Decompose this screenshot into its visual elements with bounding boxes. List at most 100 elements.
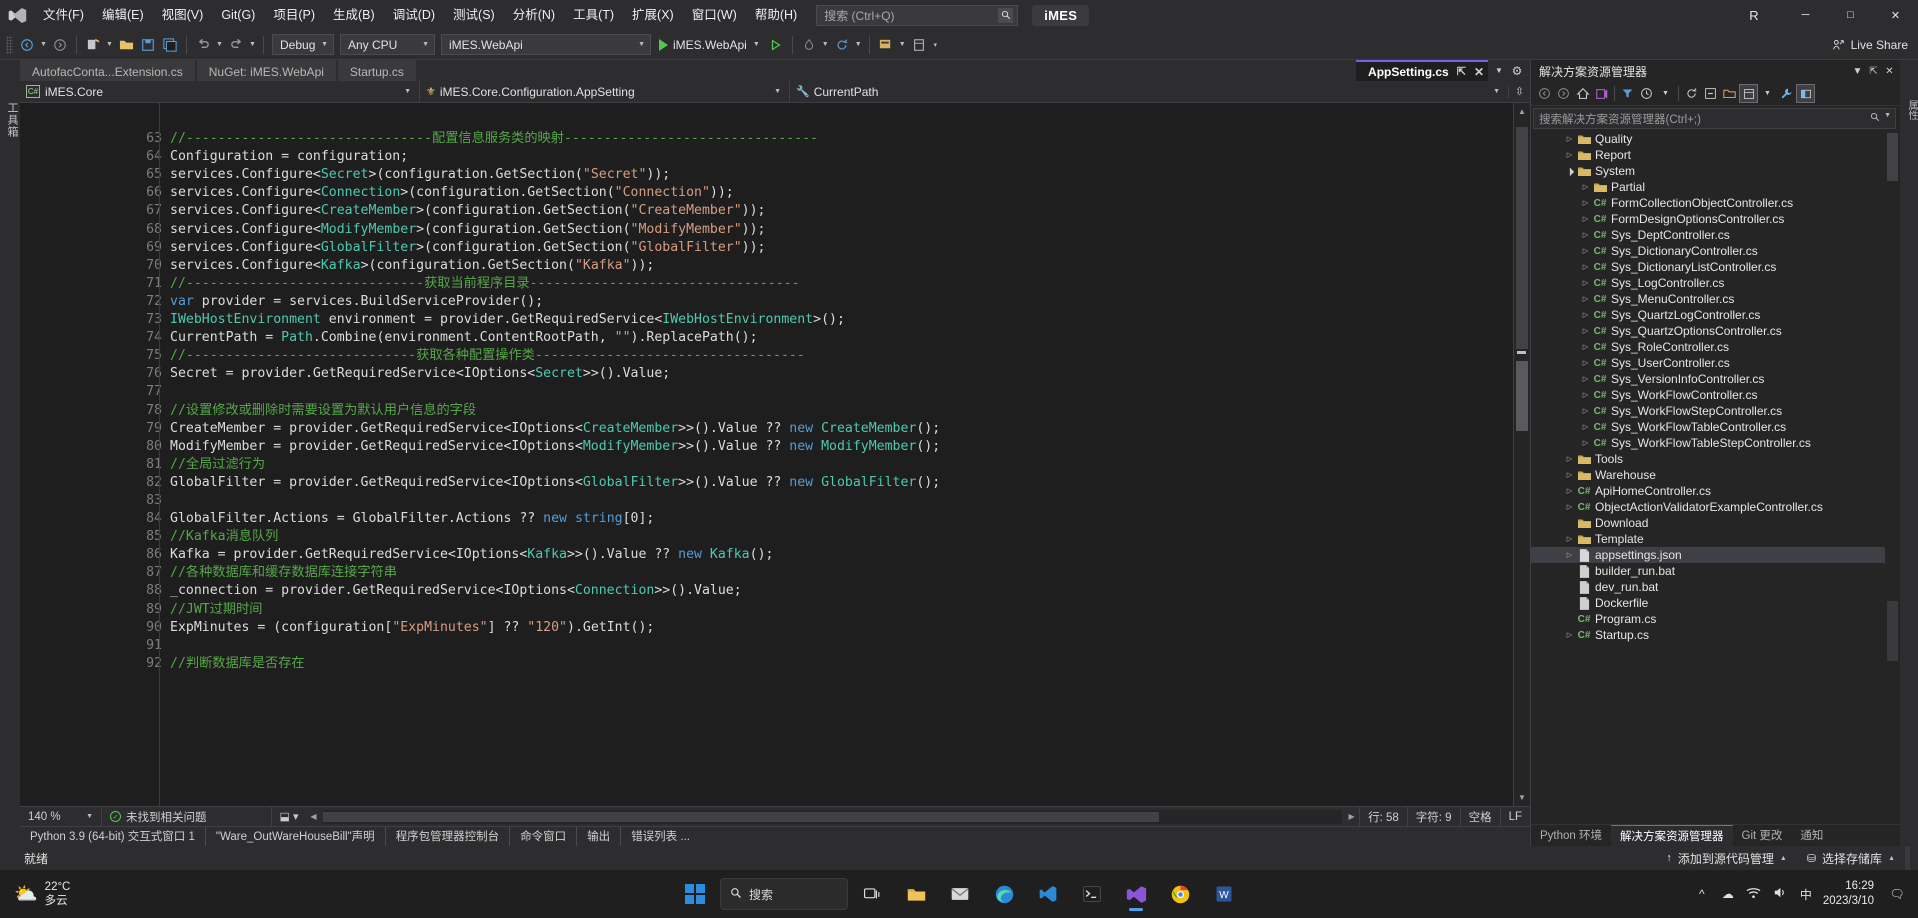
tree-item[interactable]: Dockerfile: [1531, 595, 1900, 611]
chevron-collapsed-icon[interactable]: ▷: [1563, 551, 1576, 559]
restart-icon[interactable]: [831, 34, 853, 56]
chevron-collapsed-icon[interactable]: ▷: [1579, 199, 1592, 207]
edge-browser-icon[interactable]: [984, 874, 1024, 914]
menu-analyze[interactable]: 分析(N): [504, 0, 564, 30]
hot-reload-dropdown[interactable]: ▼: [820, 34, 831, 56]
chevron-collapsed-icon[interactable]: ▷: [1579, 279, 1592, 287]
save-all-icon[interactable]: [159, 34, 181, 56]
chevron-collapsed-icon[interactable]: ▷: [1579, 391, 1592, 399]
refresh-icon[interactable]: [1682, 84, 1701, 103]
save-icon[interactable]: [137, 34, 159, 56]
taskbar-clock[interactable]: 16:29 2023/3/10: [1819, 879, 1884, 909]
split-view-icon[interactable]: ⬓ ▾: [272, 810, 306, 823]
tree-item[interactable]: ▷ C# FormCollectionObjectController.cs: [1531, 195, 1900, 211]
collapse-all-icon[interactable]: [1701, 84, 1720, 103]
navbar-project-combo[interactable]: C# iMES.Core ▼: [20, 80, 420, 103]
scroll-down-icon[interactable]: ▼: [1514, 789, 1530, 806]
panel-tab-git-changes[interactable]: Git 更改: [1733, 825, 1792, 847]
tree-item[interactable]: ▷ C# Sys_WorkFlowController.cs: [1531, 387, 1900, 403]
terminal-icon[interactable]: [1072, 874, 1112, 914]
pin-icon[interactable]: ⇱: [1867, 66, 1880, 77]
scroll-up-icon[interactable]: ▲: [1514, 103, 1530, 120]
visual-studio-taskbar-icon[interactable]: [1116, 874, 1156, 914]
tree-item[interactable]: ▷ C# ObjectActionValidatorExampleControlle…: [1531, 499, 1900, 515]
navigate-backward-dropdown[interactable]: ▼: [38, 34, 49, 56]
tree-item[interactable]: ▷ Tools: [1531, 451, 1900, 467]
undo-icon[interactable]: [192, 34, 214, 56]
back-icon[interactable]: [1535, 84, 1554, 103]
new-project-icon[interactable]: [82, 34, 104, 56]
dock-tab-command-window[interactable]: 命令窗口: [510, 826, 578, 847]
gear-icon[interactable]: ⚙: [1508, 64, 1526, 78]
taskbar-search-box[interactable]: 搜索: [720, 878, 848, 910]
close-button[interactable]: ✕: [1873, 0, 1918, 30]
add-to-source-control-button[interactable]: ↑ 添加到源代码管理 ▲: [1656, 846, 1796, 870]
navigate-backward-icon[interactable]: [16, 34, 38, 56]
pending-changes-icon[interactable]: [1637, 84, 1656, 103]
menu-edit[interactable]: 编辑(E): [93, 0, 153, 30]
chevron-down-icon[interactable]: ▼: [753, 41, 760, 48]
tree-item[interactable]: Download: [1531, 515, 1900, 531]
restart-dropdown[interactable]: ▼: [853, 34, 864, 56]
tree-item[interactable]: dev_run.bat: [1531, 579, 1900, 595]
navigate-forward-icon[interactable]: [49, 34, 71, 56]
start-button[interactable]: [674, 874, 716, 914]
live-share-button[interactable]: Live Share: [1832, 38, 1908, 52]
tab-startup-cs[interactable]: Startup.cs: [337, 60, 416, 81]
chevron-collapsed-icon[interactable]: ▷: [1563, 471, 1576, 479]
tree-vertical-scrollbar[interactable]: [1885, 131, 1900, 824]
properties-window-icon[interactable]: [908, 34, 930, 56]
redo-icon[interactable]: [225, 34, 247, 56]
tree-item[interactable]: ▷ C# FormDesignOptionsController.cs: [1531, 211, 1900, 227]
hscrollbar-thumb[interactable]: [323, 811, 1159, 822]
select-repository-button[interactable]: ⛁ 选择存储库 ▲: [1797, 846, 1905, 870]
chevron-collapsed-icon[interactable]: ▷: [1579, 407, 1592, 415]
menu-project[interactable]: 项目(P): [264, 0, 324, 30]
navbar-type-combo[interactable]: ⚜ iMES.Core.Configuration.AppSetting ▼: [420, 80, 790, 103]
chevron-collapsed-icon[interactable]: ▷: [1579, 231, 1592, 239]
quick-search-input[interactable]: 搜索 (Ctrl+Q): [816, 4, 1019, 26]
chevron-collapsed-icon[interactable]: ▷: [1563, 631, 1576, 639]
hscroll-right-icon[interactable]: ▶: [1344, 812, 1359, 821]
tree-item[interactable]: ▷ C# Sys_QuartzLogController.cs: [1531, 307, 1900, 323]
tree-item[interactable]: ▷ C# Sys_UserController.cs: [1531, 355, 1900, 371]
tree-item[interactable]: ▷ C# Sys_DictionaryController.cs: [1531, 243, 1900, 259]
chevron-collapsed-icon[interactable]: ▷: [1579, 375, 1592, 383]
issue-status[interactable]: ✓ 未找到相关问题: [102, 806, 272, 827]
new-project-dropdown[interactable]: ▼: [104, 34, 115, 56]
account-avatar[interactable]: R: [1743, 4, 1765, 26]
vscode-icon[interactable]: [1028, 874, 1068, 914]
tree-item[interactable]: ▷ C# Startup.cs: [1531, 627, 1900, 643]
onedrive-icon[interactable]: ☁: [1715, 887, 1741, 901]
menu-help[interactable]: 帮助(H): [746, 0, 806, 30]
file-explorer-icon[interactable]: [896, 874, 936, 914]
line-ending-indicator[interactable]: LF: [1499, 806, 1530, 827]
chevron-collapsed-icon[interactable]: ▷: [1563, 135, 1576, 143]
word-icon[interactable]: W: [1204, 874, 1244, 914]
redo-dropdown[interactable]: ▼: [247, 34, 258, 56]
tree-item[interactable]: ▷ Template: [1531, 531, 1900, 547]
menu-tools[interactable]: 工具(T): [564, 0, 623, 30]
chevron-collapsed-icon[interactable]: ▷: [1579, 247, 1592, 255]
indentation-indicator[interactable]: 空格: [1459, 806, 1500, 827]
navbar-member-combo[interactable]: 🔧 CurrentPath ▼: [790, 81, 1508, 103]
tree-item[interactable]: ◢ System: [1531, 163, 1900, 179]
tree-item[interactable]: ▷ C# Sys_QuartzOptionsController.cs: [1531, 323, 1900, 339]
tab-autofac-extension[interactable]: AutofacConta...Extension.cs: [20, 60, 195, 81]
chevron-expanded-icon[interactable]: ◢: [1562, 163, 1578, 179]
search-icon[interactable]: [998, 7, 1014, 23]
pin-icon[interactable]: ⇱: [1457, 65, 1466, 78]
tree-item[interactable]: ▷ C# Sys_DeptController.cs: [1531, 227, 1900, 243]
menu-git[interactable]: Git(G): [212, 0, 264, 30]
panel-tab-python-env[interactable]: Python 环境: [1531, 825, 1611, 847]
filter-icon[interactable]: [1618, 84, 1637, 103]
close-icon[interactable]: ✕: [1474, 65, 1484, 79]
chevron-collapsed-icon[interactable]: ▷: [1579, 423, 1592, 431]
solution-configuration-combo[interactable]: Debug ▼: [272, 34, 334, 55]
tab-nuget-imes-webapi[interactable]: NuGet: iMES.WebApi: [196, 60, 336, 81]
chevron-collapsed-icon[interactable]: ▷: [1579, 311, 1592, 319]
chevron-collapsed-icon[interactable]: ▷: [1579, 215, 1592, 223]
window-layout-dropdown[interactable]: ▼: [897, 34, 908, 56]
tab-appsetting-cs[interactable]: AppSetting.cs ⇱ ✕: [1356, 60, 1488, 81]
chevron-down-icon[interactable]: ▼: [1884, 112, 1891, 125]
